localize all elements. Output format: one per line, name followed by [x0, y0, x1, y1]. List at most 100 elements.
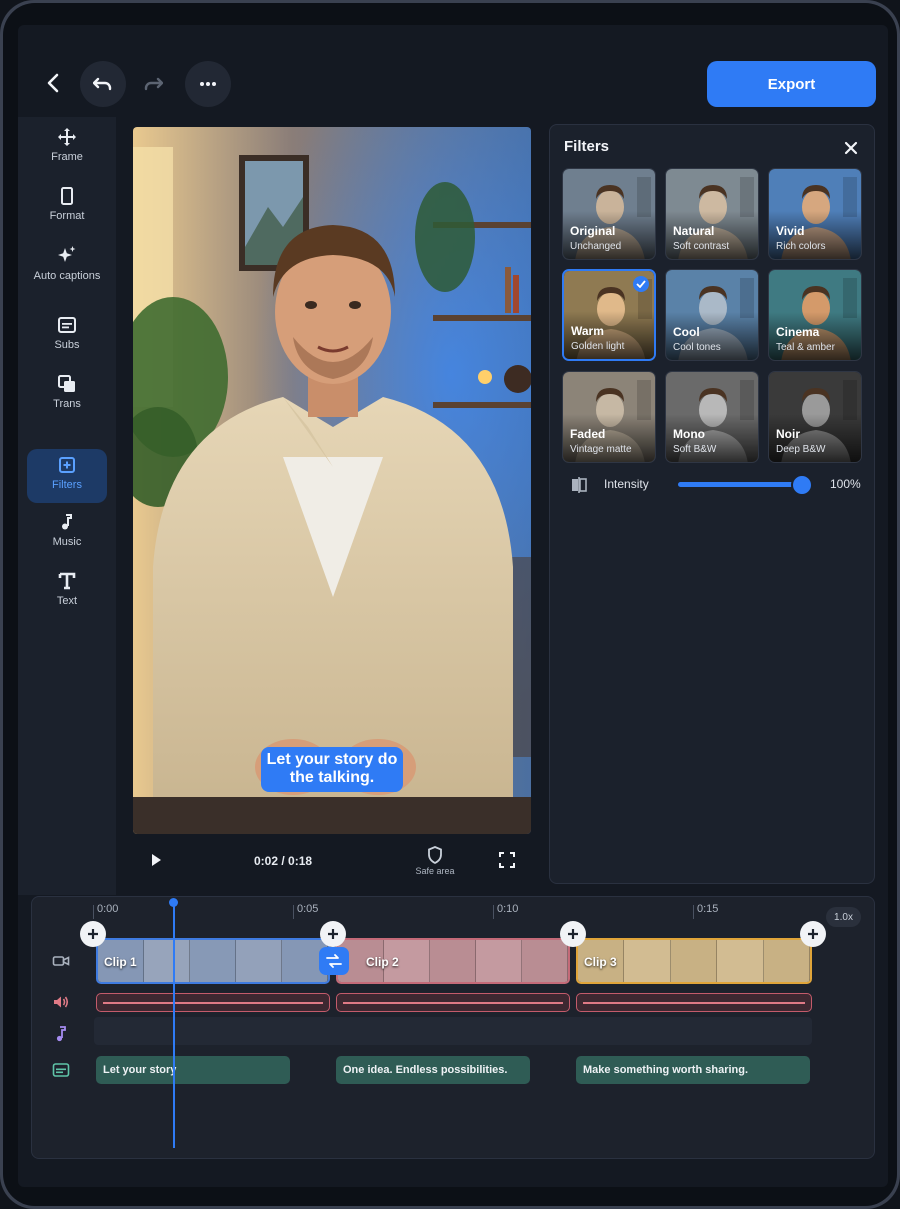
filter-name: Faded [570, 427, 606, 441]
filter-subtitle: Vintage matte [570, 444, 632, 455]
redo-button[interactable] [130, 61, 176, 107]
subtitles-icon [52, 1063, 70, 1077]
filter-name: Warm [571, 324, 604, 338]
transition-stack-icon [58, 375, 75, 392]
sidebar-item-label: Subs [54, 339, 80, 351]
audio-segment-1[interactable] [96, 993, 330, 1012]
fullscreen-button[interactable] [499, 852, 517, 870]
play-button[interactable] [149, 852, 165, 868]
sidebar-item-frame[interactable]: Frame [27, 127, 107, 177]
audio-waveform [343, 1002, 563, 1004]
shield-icon [428, 846, 442, 865]
filter-option-warm[interactable]: Warm Golden light [562, 269, 656, 361]
player-controls: 0:02 / 0:18 Safe area [133, 840, 531, 880]
sidebar-item-music[interactable]: Music [27, 512, 107, 562]
plus-icon [568, 929, 578, 939]
close-panel-button[interactable] [840, 137, 862, 159]
filter-subtitle: Cool tones [673, 342, 721, 353]
video-preview[interactable]: Let your story do the talking. [133, 127, 531, 834]
speed-badge[interactable]: 1.0x [826, 907, 861, 927]
transition-button[interactable] [319, 947, 349, 975]
music-track[interactable] [94, 1017, 812, 1045]
filter-subtitle: Deep B&W [776, 444, 826, 455]
export-button[interactable]: Export [707, 61, 876, 107]
ruler-tick: 0:10 [497, 903, 519, 915]
filter-name: Noir [776, 427, 800, 441]
sidebar-item-format[interactable]: Format [27, 186, 107, 236]
plus-icon [88, 929, 98, 939]
filter-name: Cinema [776, 325, 820, 339]
filter-option-cinema[interactable]: Cinema Teal & amber [768, 269, 862, 361]
plus-icon [328, 929, 338, 939]
filters-panel: Filters Original Unchanged Natural Soft con… [549, 124, 875, 884]
filter-option-mono[interactable]: Mono Soft B&W [665, 371, 759, 463]
filter-option-cool[interactable]: Cool Cool tones [665, 269, 759, 361]
filter-name: Vivid [776, 224, 805, 238]
subtitle-segment-1[interactable]: Let your story [96, 1056, 290, 1084]
video-clip-1[interactable]: Clip 1 [96, 938, 330, 984]
add-clip-button[interactable] [800, 921, 826, 947]
undo-button[interactable] [80, 61, 126, 107]
ruler-tick-mark [293, 905, 294, 919]
filter-option-original[interactable]: Original Unchanged [562, 168, 656, 260]
audio-segment-2[interactable] [336, 993, 570, 1012]
intensity-value: 100% [830, 477, 861, 491]
playback-time: 0:02 / 0:18 [254, 854, 313, 868]
transition-arrows-icon [326, 954, 342, 968]
subtitle-segment-2[interactable]: One idea. Endless possibilities. [336, 1056, 530, 1084]
sidebar-item-subs[interactable]: Subs [27, 315, 107, 365]
subtitles-icon [58, 317, 76, 333]
caption-overlay[interactable]: Let your story do the talking. [261, 747, 403, 792]
safe-area-label: Safe area [415, 866, 455, 876]
compare-icon [572, 477, 587, 493]
intensity-slider-handle[interactable] [791, 474, 813, 496]
clip-label: Clip 3 [584, 955, 617, 969]
play-icon [152, 854, 161, 866]
audio-segment-3[interactable] [576, 993, 812, 1012]
filter-option-noir[interactable]: Noir Deep B&W [768, 371, 862, 463]
safe-area-toggle[interactable]: Safe area [409, 846, 461, 876]
filter-subtitle: Unchanged [570, 241, 622, 252]
video-camera-icon [52, 956, 70, 966]
filter-option-faded[interactable]: Faded Vintage matte [562, 371, 656, 463]
add-clip-button[interactable] [560, 921, 586, 947]
add-clip-button[interactable] [320, 921, 346, 947]
speaker-icon [54, 996, 69, 1008]
more-options-button[interactable] [185, 61, 231, 107]
device-frame: Export Frame Format Auto captions Subs T… [0, 0, 900, 1209]
playhead-handle[interactable] [169, 898, 178, 907]
filter-subtitle: Soft B&W [673, 444, 717, 455]
sidebar-item-trans[interactable]: Trans [27, 374, 107, 424]
video-clip-3[interactable]: Clip 3 [576, 938, 812, 984]
sidebar-item-filters[interactable]: Filters [27, 449, 107, 503]
playhead[interactable] [173, 903, 175, 1148]
back-button[interactable] [40, 69, 66, 97]
sidebar-item-text[interactable]: Text [27, 571, 107, 621]
check-icon [633, 276, 649, 292]
plus-icon [808, 929, 818, 939]
music-note-icon [62, 514, 72, 530]
filter-name: Cool [673, 325, 700, 339]
subtitle-segment-3[interactable]: Make something worth sharing. [576, 1056, 810, 1084]
audio-waveform [103, 1002, 323, 1004]
add-clip-button[interactable] [80, 921, 106, 947]
sidebar-item-label: Auto captions [33, 270, 101, 282]
text-t-icon [58, 572, 76, 590]
ruler-tick: 0:05 [297, 903, 319, 915]
undo-icon [93, 77, 112, 91]
sidebar-item-label: Trans [53, 398, 81, 410]
portrait-frame-icon [61, 187, 73, 205]
ruler-tick-mark [693, 905, 694, 919]
filter-subtitle: Rich colors [776, 241, 826, 252]
filter-option-natural[interactable]: Natural Soft contrast [665, 168, 759, 260]
ruler-tick: 0:00 [97, 903, 119, 915]
sidebar-item-auto-captions[interactable]: Auto captions [27, 245, 107, 301]
close-icon [844, 141, 858, 155]
filter-option-vivid[interactable]: Vivid Rich colors [768, 168, 862, 260]
video-clip-2[interactable]: Clip 2 [336, 938, 570, 984]
intensity-slider-track[interactable] [678, 482, 802, 487]
sidebar-item-label: Text [56, 595, 78, 607]
tool-sidebar: Frame Format Auto captions Subs Trans Fi… [18, 117, 116, 895]
clip-label: Clip 1 [104, 955, 137, 969]
music-note-icon [56, 1026, 66, 1042]
